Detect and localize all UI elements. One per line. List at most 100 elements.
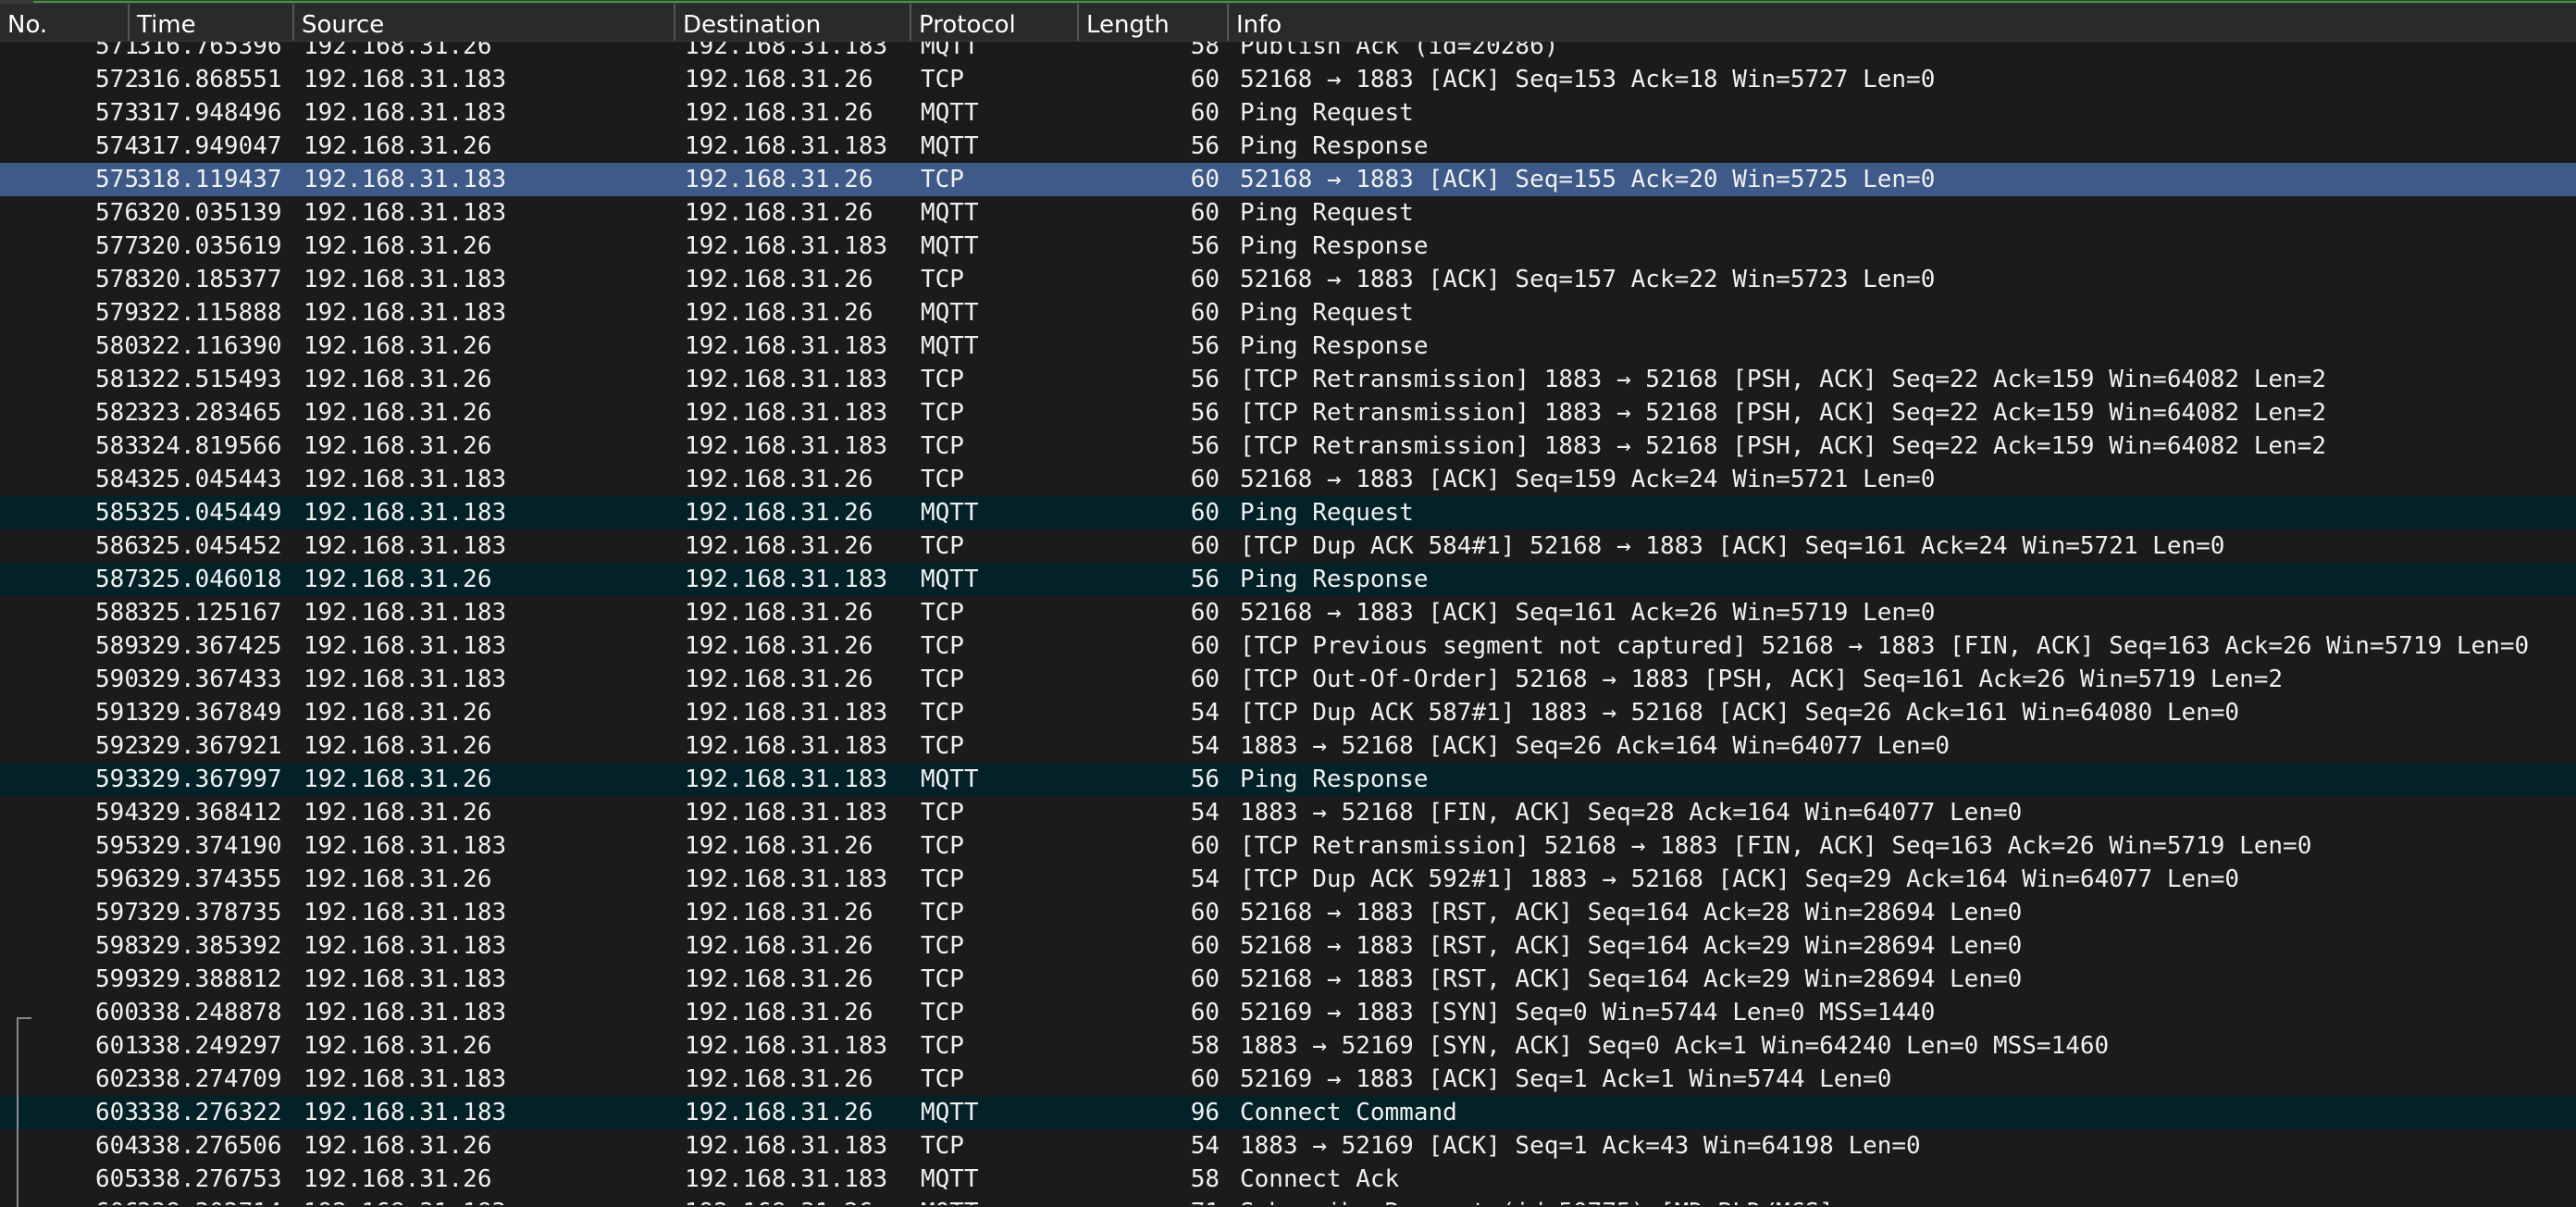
packet-row[interactable]: 592329.367921192.168.31.26192.168.31.183… [0,729,2576,763]
packet-src-cell: 192.168.31.26 [303,429,492,463]
packet-row[interactable]: 583324.819566192.168.31.26192.168.31.183… [0,429,2576,463]
packet-row[interactable]: 572316.868551192.168.31.183192.168.31.26… [0,63,2576,96]
packet-dst-cell: 192.168.31.26 [685,496,873,529]
packet-no-cell: 596 [0,863,139,896]
packet-len-cell: 60 [1136,629,1220,663]
packet-row[interactable]: 597329.378735192.168.31.183192.168.31.26… [0,896,2576,929]
packet-dst-cell: 192.168.31.183 [685,230,887,263]
packet-no-cell: 592 [0,729,139,763]
packet-info-cell: 52169 → 1883 [ACK] Seq=1 Ack=1 Win=5744 … [1240,1063,1891,1096]
packet-src-cell: 192.168.31.26 [303,42,492,63]
packet-row[interactable]: 600338.248878192.168.31.183192.168.31.26… [0,996,2576,1029]
packet-src-cell: 192.168.31.26 [303,130,492,163]
packet-row[interactable]: 588325.125167192.168.31.183192.168.31.26… [0,596,2576,629]
packet-no-cell: 597 [0,896,139,929]
packet-time-cell: 329.367997 [137,763,282,796]
packet-row[interactable]: 606338.302714192.168.31.183192.168.31.26… [0,1196,2576,1205]
packet-dst-cell: 192.168.31.183 [685,763,887,796]
packet-row[interactable]: 589329.367425192.168.31.183192.168.31.26… [0,629,2576,663]
packet-dst-cell: 192.168.31.26 [685,96,873,130]
packet-info-cell: [TCP Dup ACK 584#1] 52168 → 1883 [ACK] S… [1240,529,2224,563]
packet-len-cell: 60 [1136,929,1220,963]
packet-len-cell: 60 [1136,63,1220,96]
packet-row[interactable]: 605338.276753192.168.31.26192.168.31.183… [0,1163,2576,1196]
packet-row[interactable]: 576320.035139192.168.31.183192.168.31.26… [0,196,2576,230]
column-header-protocol[interactable]: Protocol [910,4,1016,41]
packet-no-cell: 578 [0,263,139,296]
packet-row[interactable]: 591329.367849192.168.31.26192.168.31.183… [0,696,2576,729]
packet-src-cell: 192.168.31.183 [303,1196,506,1205]
packet-no-cell: 593 [0,763,139,796]
packet-no-cell: 594 [0,796,139,829]
packet-src-cell: 192.168.31.183 [303,496,506,529]
packet-row[interactable]: 590329.367433192.168.31.183192.168.31.26… [0,663,2576,696]
packet-row[interactable]: 574317.949047192.168.31.26192.168.31.183… [0,130,2576,163]
packet-row[interactable]: 587325.046018192.168.31.26192.168.31.183… [0,563,2576,596]
packet-time-cell: 329.374355 [137,863,282,896]
column-header-source[interactable]: Source [292,4,384,41]
packet-proto-cell: TCP [921,929,964,963]
packet-src-cell: 192.168.31.26 [303,863,492,896]
packet-info-cell: [TCP Retransmission] 1883 → 52168 [PSH, … [1240,363,2326,396]
packet-info-cell: [TCP Retransmission] 1883 → 52168 [PSH, … [1240,429,2326,463]
packet-time-cell: 329.374190 [137,829,282,863]
packet-row[interactable]: 602338.274709192.168.31.183192.168.31.26… [0,1063,2576,1096]
packet-len-cell: 54 [1136,729,1220,763]
packet-row[interactable]: 577320.035619192.168.31.26192.168.31.183… [0,230,2576,263]
packet-src-cell: 192.168.31.183 [303,196,506,230]
packet-row[interactable]: 571316.765396192.168.31.26192.168.31.183… [0,42,2576,63]
packet-row[interactable]: 603338.276322192.168.31.183192.168.31.26… [0,1096,2576,1129]
packet-row[interactable]: 573317.948496192.168.31.183192.168.31.26… [0,96,2576,130]
packet-list[interactable]: 571316.765396192.168.31.26192.168.31.183… [0,42,2576,1205]
packet-time-cell: 329.367849 [137,696,282,729]
packet-src-cell: 192.168.31.26 [303,763,492,796]
packet-dst-cell: 192.168.31.183 [685,563,887,596]
packet-time-cell: 338.302714 [137,1196,282,1205]
packet-row[interactable]: 596329.374355192.168.31.26192.168.31.183… [0,863,2576,896]
packet-row[interactable]: 578320.185377192.168.31.183192.168.31.26… [0,263,2576,296]
packet-row[interactable]: 580322.116390192.168.31.26192.168.31.183… [0,330,2576,363]
packet-proto-cell: TCP [921,396,964,429]
packet-proto-cell: TCP [921,663,964,696]
packet-row[interactable]: 585325.045449192.168.31.183192.168.31.26… [0,496,2576,529]
packet-row[interactable]: 582323.283465192.168.31.26192.168.31.183… [0,396,2576,429]
packet-src-cell: 192.168.31.183 [303,629,506,663]
packet-dst-cell: 192.168.31.26 [685,629,873,663]
packet-row[interactable]: 593329.367997 192.168.31.26 192.168.31.183… [0,763,2576,796]
packet-row[interactable]: 584325.045443192.168.31.183192.168.31.26… [0,463,2576,496]
packet-no-cell: 575 [0,163,139,196]
packet-time-cell: 329.367921 [137,729,282,763]
packet-dst-cell: 192.168.31.183 [685,130,887,163]
packet-dst-cell: 192.168.31.26 [685,929,873,963]
packet-len-cell: 56 [1136,130,1220,163]
packet-proto-cell: MQTT [921,1163,979,1196]
column-header-destination[interactable]: Destination [674,4,821,41]
column-header-no[interactable]: No. [0,4,47,41]
packet-proto-cell: MQTT [921,230,979,263]
packet-proto-cell: MQTT [921,196,979,230]
packet-no-cell: 587 [0,563,139,596]
packet-proto-cell: MQTT [921,563,979,596]
column-header-info[interactable]: Info [1227,4,1282,41]
packet-info-cell: Ping Request [1240,496,1414,529]
column-header-time[interactable]: Time [128,4,196,41]
packet-row[interactable]: 579322.115888192.168.31.183192.168.31.26… [0,296,2576,330]
packet-row[interactable]: 598329.385392192.168.31.183192.168.31.26… [0,929,2576,963]
packet-no-cell: 583 [0,429,139,463]
packet-row[interactable]: 604338.276506192.168.31.26192.168.31.183… [0,1129,2576,1163]
packet-row[interactable]: 575318.119437192.168.31.183192.168.31.26… [0,163,2576,196]
packet-row[interactable]: 581322.515493192.168.31.26192.168.31.183… [0,363,2576,396]
column-header-length[interactable]: Length [1077,4,1170,41]
packet-info-cell: Ping Response [1240,230,1429,263]
packet-row[interactable]: 594329.368412192.168.31.26192.168.31.183… [0,796,2576,829]
packet-row[interactable]: 599329.388812192.168.31.183192.168.31.26… [0,963,2576,996]
packet-row[interactable]: 586325.045452192.168.31.183192.168.31.26… [0,529,2576,563]
packet-info-cell: [TCP Dup ACK 587#1] 1883 → 52168 [ACK] S… [1240,696,2239,729]
packet-info-cell: [TCP Dup ACK 592#1] 1883 → 52168 [ACK] S… [1240,863,2239,896]
packet-src-cell: 192.168.31.183 [303,929,506,963]
packet-src-cell: 192.168.31.26 [303,696,492,729]
packet-info-cell: [TCP Retransmission] 52168 → 1883 [FIN, … [1240,829,2311,863]
packet-row[interactable]: 601338.249297192.168.31.26192.168.31.183… [0,1029,2576,1063]
packet-time-cell: 329.378735 [137,896,282,929]
packet-row[interactable]: 595329.374190192.168.31.183192.168.31.26… [0,829,2576,863]
